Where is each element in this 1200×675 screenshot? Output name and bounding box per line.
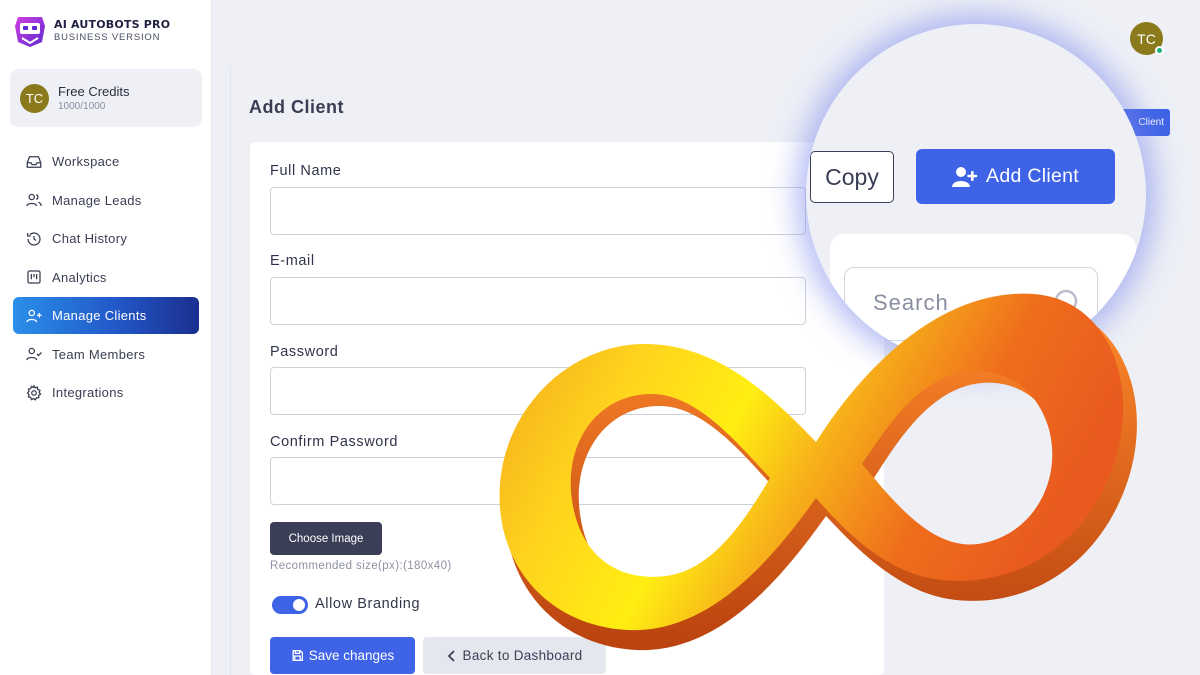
inbox-icon — [26, 155, 42, 168]
choose-image-button[interactable]: Choose Image — [270, 522, 382, 555]
kanban-icon — [27, 270, 41, 284]
sidebar-item-integrations[interactable]: Integrations — [13, 374, 199, 411]
chevron-left-icon — [447, 649, 455, 662]
sidebar-item-manage-leads[interactable]: Manage Leads — [13, 182, 199, 219]
brand[interactable]: AI AUTOBOTS PRO BUSINESS VERSION — [12, 14, 170, 48]
add-client-button-zoomed[interactable]: Add Client — [916, 149, 1115, 204]
avatar: TC — [20, 83, 49, 113]
confirm-password-label: Confirm Password — [270, 434, 399, 450]
user-plus-icon — [26, 309, 42, 322]
sidebar-item-label: Manage Clients — [52, 308, 147, 323]
credits-card: TC Free Credits 1000/1000 — [10, 69, 202, 127]
allow-branding-toggle[interactable] — [272, 596, 308, 614]
toggle-knob — [293, 599, 305, 611]
online-status-dot — [1155, 46, 1164, 55]
credits-title: Free Credits — [58, 83, 130, 99]
full-name-label: Full Name — [270, 163, 342, 179]
save-changes-button[interactable]: Save changes — [270, 637, 415, 674]
user-avatar-initials: TC — [1137, 30, 1156, 47]
credits-value: 1000/1000 — [58, 100, 106, 112]
sidebar-item-chat-history[interactable]: Chat History — [13, 220, 199, 257]
sidebar: AI AUTOBOTS PRO BUSINESS VERSION TC Free… — [0, 0, 212, 675]
brand-subtitle: BUSINESS VERSION — [54, 32, 161, 43]
sidebar-item-team-members[interactable]: Team Members — [13, 336, 199, 373]
add-client-label: Add Client — [986, 165, 1079, 187]
password-label: Password — [270, 344, 339, 360]
history-icon — [26, 231, 41, 246]
sidebar-item-label: Team Members — [52, 346, 146, 362]
brand-name: AI AUTOBOTS PRO — [54, 18, 171, 31]
robot-logo-icon — [15, 17, 45, 47]
allow-branding-label: Allow Branding — [315, 596, 421, 612]
sidebar-item-label: Integrations — [52, 385, 124, 400]
users-icon — [26, 193, 42, 207]
user-avatar[interactable]: TC — [1130, 22, 1164, 55]
sidebar-item-analytics[interactable]: Analytics — [13, 259, 199, 296]
sidebar-item-label: Manage Leads — [52, 192, 142, 208]
infinity-icon — [499, 293, 1137, 651]
email-label: E-mail — [270, 253, 315, 269]
sidebar-item-label: Analytics — [52, 269, 107, 285]
page-title: Add Client — [249, 97, 344, 117]
copy-button[interactable]: Copy — [810, 151, 894, 203]
sidebar-nav: Workspace Manage Leads Chat History Anal… — [13, 143, 199, 413]
sidebar-item-workspace[interactable]: Workspace — [13, 143, 199, 180]
gear-icon — [26, 383, 42, 401]
sidebar-item-manage-clients[interactable]: Manage Clients — [13, 297, 199, 334]
image-size-hint: Recommended size(px):(180x40) — [270, 560, 452, 572]
sidebar-item-label: Workspace — [52, 154, 120, 169]
user-check-icon — [26, 347, 42, 361]
floppy-disk-icon — [292, 649, 303, 662]
full-name-input[interactable] — [270, 187, 806, 235]
save-changes-label: Save changes — [308, 648, 395, 663]
sidebar-item-label: Chat History — [52, 231, 128, 246]
user-plus-icon — [952, 166, 978, 187]
